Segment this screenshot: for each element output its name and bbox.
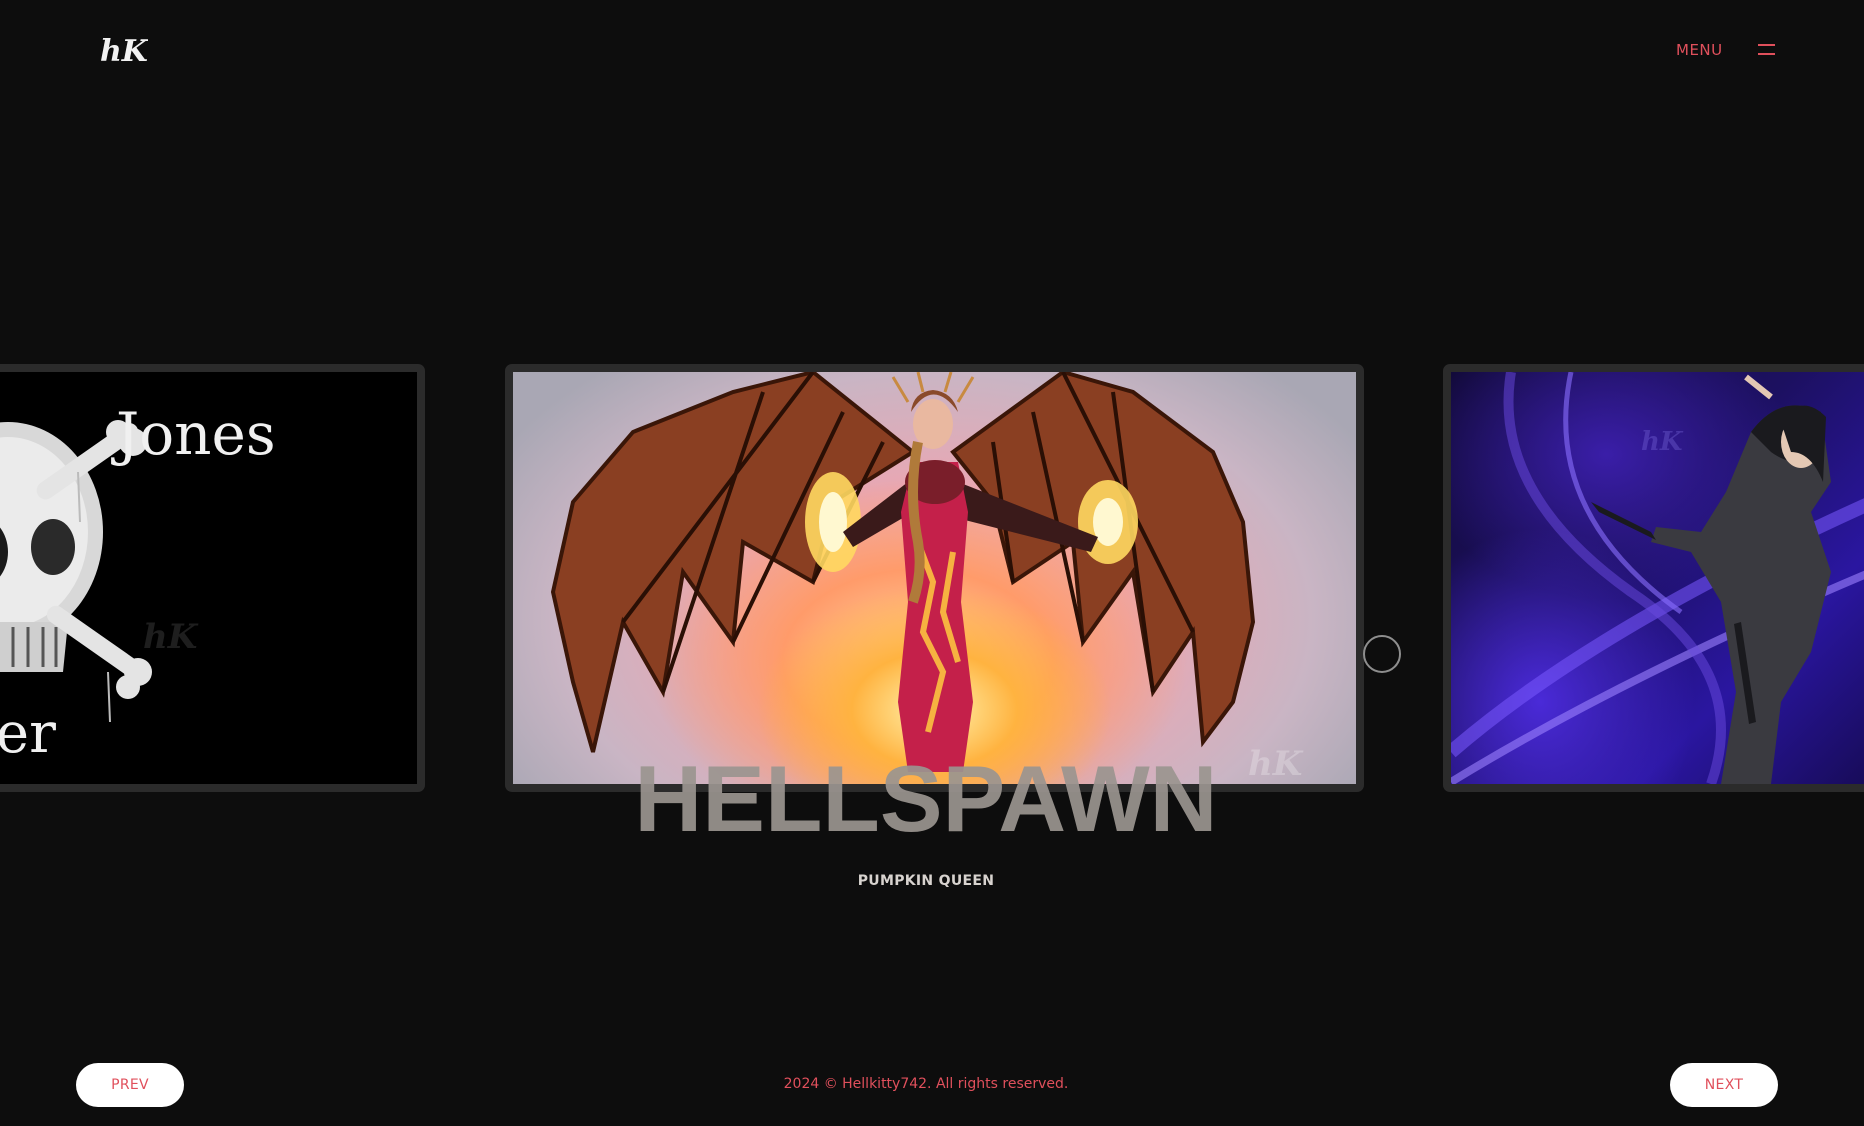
artwork-text-jones: Jones (111, 400, 276, 468)
logo-icon[interactable]: hK (98, 33, 148, 71)
slide-next[interactable]: hK (1443, 364, 1864, 792)
next-button[interactable]: NEXT (1670, 1063, 1778, 1107)
slide-previous-image: Jones ker hK (0, 372, 417, 784)
slide-previous[interactable]: Jones ker hK (0, 364, 425, 792)
slide-next-image: hK (1451, 372, 1864, 784)
slide-current[interactable]: hK (505, 364, 1364, 792)
slide-subtitle[interactable]: PUMPKIN QUEEN (0, 873, 1852, 889)
menu-button[interactable]: MENU (1676, 41, 1723, 59)
slide-current-image: hK (513, 372, 1356, 784)
logo-text: hK (100, 34, 148, 69)
demon-artwork-icon (550, 372, 1256, 772)
cursor-ring-icon (1363, 635, 1401, 673)
watermark-icon: hK (1641, 427, 1683, 457)
slide-title: HELLSPAWN (634, 746, 1218, 851)
watermark-icon: hK (143, 617, 198, 657)
skull-artwork-icon: Jones ker (0, 400, 276, 766)
hamburger-icon[interactable] (1758, 44, 1775, 56)
page: hK MENU Jones er hK hK hK HELLSPAWN PUMP… (0, 0, 1864, 1126)
copyright-text: 2024 © Hellkitty742. All rights reserved… (783, 1076, 1069, 1092)
